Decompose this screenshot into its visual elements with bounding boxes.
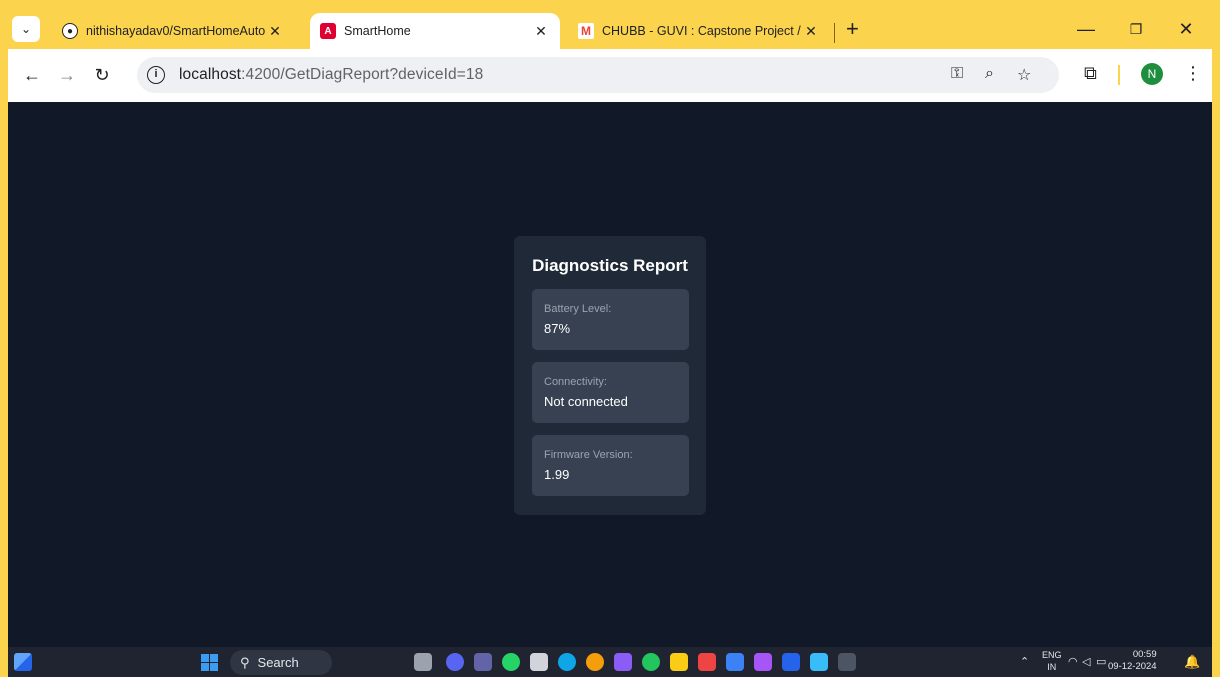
taskbar: ⚲ Search ⌃ ENG IN ◠ ◁ ▭ 00:59 09-12-2024 🔔 — [8, 647, 1212, 677]
clock[interactable]: 00:59 09-12-2024 — [1108, 649, 1157, 673]
chevron-up-icon[interactable]: ⌃ — [1020, 655, 1029, 668]
photos-icon[interactable] — [810, 653, 828, 671]
profile-avatar[interactable]: N — [1141, 63, 1163, 85]
tab-strip: ⌄ ● nithishayadav0/SmartHomeAutom ✕ A Sm… — [8, 7, 1212, 49]
github-icon: ● — [62, 23, 78, 39]
item-label: Battery Level: — [544, 303, 612, 315]
browser-toolbar: ← → ↻ i localhost:4200/GetDiagReport?dev… — [8, 49, 1212, 102]
extensions-icon[interactable]: ⧉ — [1084, 63, 1097, 84]
language-indicator[interactable]: ENG IN — [1042, 649, 1062, 673]
item-label: Connectivity: — [544, 376, 607, 388]
zoom-icon[interactable]: ⌕ — [985, 65, 994, 83]
edge-icon[interactable] — [558, 653, 576, 671]
terminal-icon[interactable] — [838, 653, 856, 671]
region-code: IN — [1047, 662, 1057, 672]
angular-icon: A — [320, 23, 336, 39]
brave-icon[interactable] — [698, 653, 716, 671]
clock-time: 00:59 — [1132, 649, 1157, 660]
minimize-button[interactable]: — — [1066, 15, 1106, 43]
item-value: 1.99 — [544, 467, 570, 482]
item-value: Not connected — [544, 394, 628, 409]
card-title: Diagnostics Report — [532, 256, 688, 275]
site-info-icon[interactable]: i — [147, 66, 165, 84]
battery-icon[interactable]: ▭ — [1096, 655, 1106, 668]
url-host: localhost — [179, 66, 242, 83]
start-button[interactable] — [201, 654, 218, 671]
close-icon[interactable]: ✕ — [532, 23, 550, 40]
tab-search-button[interactable]: ⌄ — [12, 16, 40, 42]
address-bar[interactable]: i localhost:4200/GetDiagReport?deviceId=… — [137, 57, 1059, 93]
gmail-icon: M — [578, 23, 594, 39]
forward-button[interactable]: → — [55, 63, 79, 87]
diagnostics-card: Diagnostics Report Battery Level: 87% Co… — [514, 236, 706, 515]
item-label: Firmware Version: — [544, 449, 633, 461]
clock-date: 09-12-2024 — [1108, 661, 1157, 672]
tab-smarthome[interactable]: A SmartHome ✕ — [310, 13, 560, 49]
file-explorer-icon[interactable] — [670, 653, 688, 671]
restore-button[interactable]: ❐ — [1116, 15, 1156, 43]
page-content: Diagnostics Report Battery Level: 87% Co… — [8, 102, 1212, 647]
key-icon[interactable]: ⚿ — [951, 65, 963, 83]
discord-icon[interactable] — [446, 653, 464, 671]
toolbar-divider — [1118, 65, 1120, 85]
notification-bell-icon[interactable]: 🔔 — [1184, 654, 1200, 670]
widgets-icon[interactable] — [14, 653, 32, 671]
language-code: ENG — [1042, 650, 1062, 660]
task-view-icon[interactable] — [414, 653, 432, 671]
close-icon[interactable]: ✕ — [802, 23, 820, 40]
tab-title: CHUBB - GUVI : Capstone Project / — [602, 24, 801, 38]
teams-icon[interactable] — [474, 653, 492, 671]
copilot-icon[interactable] — [614, 653, 632, 671]
wifi-icon[interactable]: ◠ — [1068, 655, 1078, 668]
bookmark-star-icon[interactable]: ☆ — [1017, 65, 1031, 85]
battery-level-item: Battery Level: 87% — [532, 289, 689, 350]
connectivity-item: Connectivity: Not connected — [532, 362, 689, 423]
menu-icon[interactable]: ⋮ — [1184, 63, 1202, 84]
item-value: 87% — [544, 321, 571, 336]
firmware-version-item: Firmware Version: 1.99 — [532, 435, 689, 496]
taskbar-search[interactable]: ⚲ Search — [230, 650, 332, 675]
search-label: Search — [257, 655, 299, 670]
close-window-button[interactable]: ✕ — [1166, 15, 1206, 43]
search-icon: ⚲ — [240, 655, 250, 670]
chrome-icon[interactable] — [642, 653, 660, 671]
url-path: :4200/GetDiagReport?deviceId=18 — [241, 66, 484, 83]
visual-studio-icon[interactable] — [754, 653, 772, 671]
back-button[interactable]: ← — [20, 63, 44, 87]
reload-button[interactable]: ↻ — [90, 63, 114, 87]
whatsapp-icon[interactable] — [502, 653, 520, 671]
url-text[interactable]: localhost:4200/GetDiagReport?deviceId=18 — [179, 66, 483, 84]
tab-title: nithishayadav0/SmartHomeAutom — [86, 24, 266, 38]
word-icon[interactable] — [782, 653, 800, 671]
browser-window: ⌄ ● nithishayadav0/SmartHomeAutom ✕ A Sm… — [8, 7, 1212, 677]
chrome-canary-icon[interactable] — [586, 653, 604, 671]
tab-divider — [834, 23, 835, 43]
vscode-icon[interactable] — [726, 653, 744, 671]
tab-github[interactable]: ● nithishayadav0/SmartHomeAutom ✕ — [52, 13, 294, 49]
new-tab-button[interactable]: + — [846, 18, 859, 40]
volume-icon[interactable]: ◁ — [1082, 655, 1090, 668]
close-icon[interactable]: ✕ — [266, 23, 284, 40]
calendar-icon[interactable] — [530, 653, 548, 671]
tab-title: SmartHome — [344, 24, 411, 38]
tab-gmail[interactable]: M CHUBB - GUVI : Capstone Project / ✕ — [568, 13, 830, 49]
